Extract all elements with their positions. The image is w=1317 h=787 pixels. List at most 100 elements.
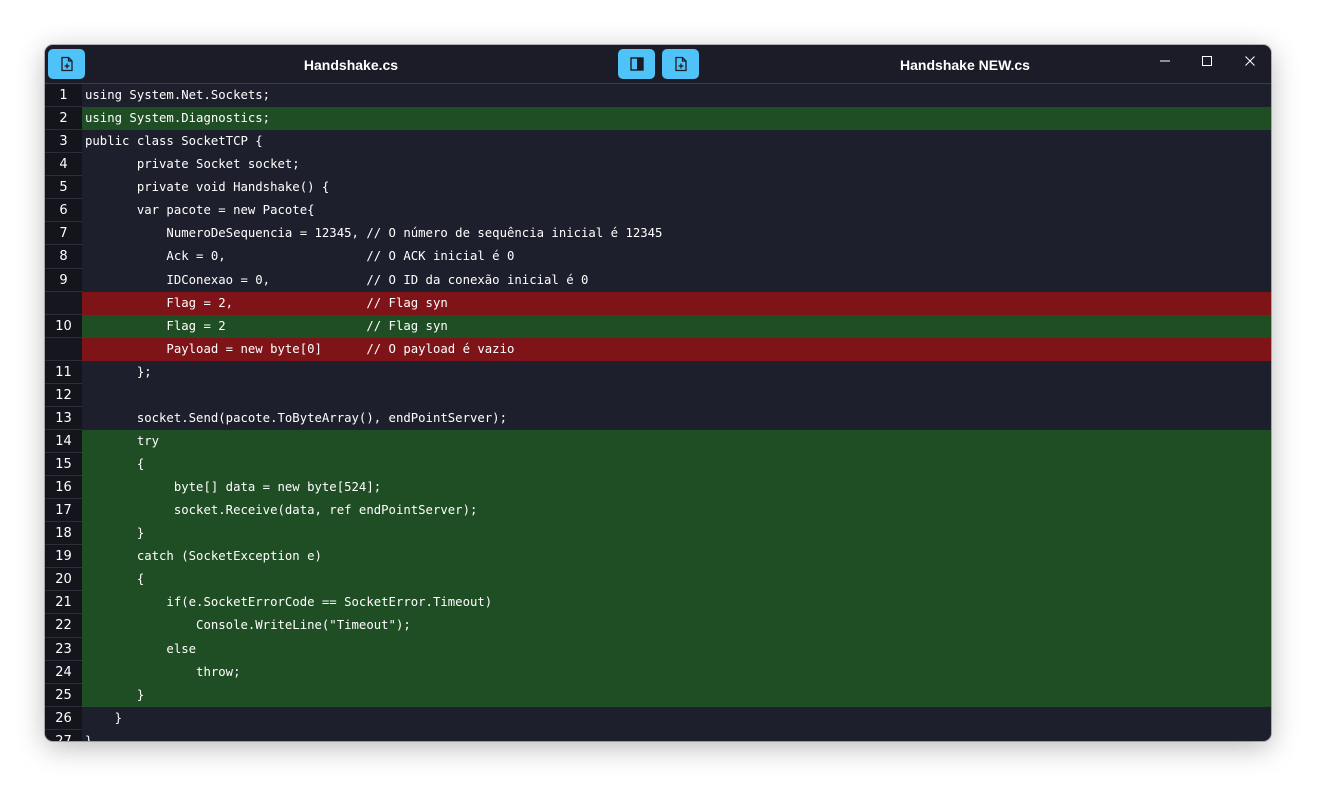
code-text: throw; [82,660,1271,684]
line-number: 24 [45,660,82,684]
code-text: } [82,522,1271,546]
code-text: byte[] data = new byte[524]; [82,476,1271,500]
code-text: private void Handshake() { [82,176,1271,200]
line-number: 13 [45,406,82,430]
line-number: 25 [45,683,82,707]
line-number: 1 [45,84,82,108]
code-text: if(e.SocketErrorCode == SocketError.Time… [82,591,1271,615]
line-number: 6 [45,199,82,223]
code-line[interactable]: Flag = 2, // Flag syn [45,291,1271,315]
line-number: 12 [45,383,82,407]
code-text: socket.Receive(data, ref endPointServer)… [82,499,1271,523]
line-number: 3 [45,130,82,154]
line-number: 16 [45,476,82,500]
code-line[interactable]: 11 }; [45,360,1271,384]
code-text: Flag = 2, // Flag syn [82,291,1271,315]
line-number: 19 [45,545,82,569]
code-text: else [82,637,1271,661]
code-line[interactable]: 6 var pacote = new Pacote{ [45,199,1271,223]
code-line[interactable]: 19 catch (SocketException e) [45,545,1271,569]
maximize-button[interactable] [1192,49,1222,73]
code-line[interactable]: 15 { [45,453,1271,477]
code-text: Payload = new byte[0] // O payload é vaz… [82,337,1271,361]
code-line[interactable]: 2 using System.Diagnostics; [45,107,1271,131]
diff-editor[interactable]: 1 using System.Net.Sockets; 2 using System.… [45,84,1271,741]
code-line[interactable]: 13 socket.Send(pacote.ToByteArray(), end… [45,406,1271,430]
minimize-button[interactable] [1150,49,1180,73]
code-text: { [82,568,1271,592]
maximize-icon [1202,56,1212,66]
code-text: } [82,683,1271,707]
line-number: 9 [45,268,82,292]
code-text: } [82,729,1271,741]
code-text: Flag = 2 // Flag syn [82,314,1271,338]
code-line[interactable]: 18 } [45,522,1271,546]
code-text: using System.Net.Sockets; [82,84,1271,108]
code-text [82,383,1271,407]
minimize-icon [1160,60,1170,62]
code-line[interactable]: 4 private Socket socket; [45,153,1271,177]
code-line[interactable]: 9 IDConexao = 0, // O ID da conexão inic… [45,268,1271,292]
code-line[interactable]: 14 try [45,429,1271,453]
split-view-button[interactable] [618,49,655,79]
close-icon [1245,56,1255,66]
code-line[interactable]: 1 using System.Net.Sockets; [45,84,1271,108]
code-line[interactable]: 10 Flag = 2 // Flag syn [45,314,1271,338]
code-line[interactable]: 27} [45,729,1271,741]
code-text: var pacote = new Pacote{ [82,199,1271,223]
line-number: 22 [45,614,82,638]
code-line[interactable]: 26 } [45,706,1271,730]
line-number: 17 [45,499,82,523]
code-line[interactable]: 25 } [45,683,1271,707]
code-line[interactable]: 8 Ack = 0, // O ACK inicial é 0 [45,245,1271,269]
line-number: 20 [45,568,82,592]
code-text: private Socket socket; [82,153,1271,177]
split-view-icon [629,57,644,71]
code-text: catch (SocketException e) [82,545,1271,569]
code-text: try [82,429,1271,453]
code-text: Console.WriteLine("Timeout"); [82,614,1271,638]
line-number: 27 [45,729,82,741]
code-line[interactable]: 12 [45,383,1271,407]
file-open-icon [60,56,73,72]
diff-window: Handshake.cs Handshake NEW.cs 1 using Sy… [45,45,1271,741]
code-text: } [82,706,1271,730]
title-bar: Handshake.cs Handshake NEW.cs [45,45,1271,84]
code-line[interactable]: 5 private void Handshake() { [45,176,1271,200]
line-number [45,337,82,361]
code-text: NumeroDeSequencia = 12345, // O número d… [82,222,1271,246]
close-button[interactable] [1235,49,1265,73]
left-file-title: Handshake.cs [303,57,399,73]
code-line[interactable]: 22 Console.WriteLine("Timeout"); [45,614,1271,638]
code-text: using System.Diagnostics; [82,107,1271,131]
code-line[interactable]: 23 else [45,637,1271,661]
code-text: Ack = 0, // O ACK inicial é 0 [82,245,1271,269]
line-number: 15 [45,453,82,477]
code-line[interactable]: Payload = new byte[0] // O payload é vaz… [45,337,1271,361]
code-text: { [82,453,1271,477]
line-number: 21 [45,591,82,615]
line-number: 10 [45,314,82,338]
code-line[interactable]: 16 byte[] data = new byte[524]; [45,476,1271,500]
code-text: socket.Send(pacote.ToByteArray(), endPoi… [82,406,1271,430]
line-number: 2 [45,107,82,131]
code-line[interactable]: 20 { [45,568,1271,592]
code-line[interactable]: 3 public class SocketTCP { [45,130,1271,154]
code-text: IDConexao = 0, // O ID da conexão inicia… [82,268,1271,292]
line-number: 4 [45,153,82,177]
line-number: 23 [45,637,82,661]
code-text: }; [82,360,1271,384]
line-number [45,291,82,315]
line-number: 11 [45,360,82,384]
code-line[interactable]: 7 NumeroDeSequencia = 12345, // O número… [45,222,1271,246]
open-right-file-button[interactable] [662,49,699,79]
file-open-icon [674,56,687,72]
open-left-file-button[interactable] [48,49,85,79]
code-line[interactable]: 17 socket.Receive(data, ref endPointServ… [45,499,1271,523]
code-text: public class SocketTCP { [82,130,1271,154]
code-line[interactable]: 24 throw; [45,660,1271,684]
code-line[interactable]: 21 if(e.SocketErrorCode == SocketError.T… [45,591,1271,615]
line-number: 26 [45,706,82,730]
line-number: 5 [45,176,82,200]
line-number: 18 [45,522,82,546]
